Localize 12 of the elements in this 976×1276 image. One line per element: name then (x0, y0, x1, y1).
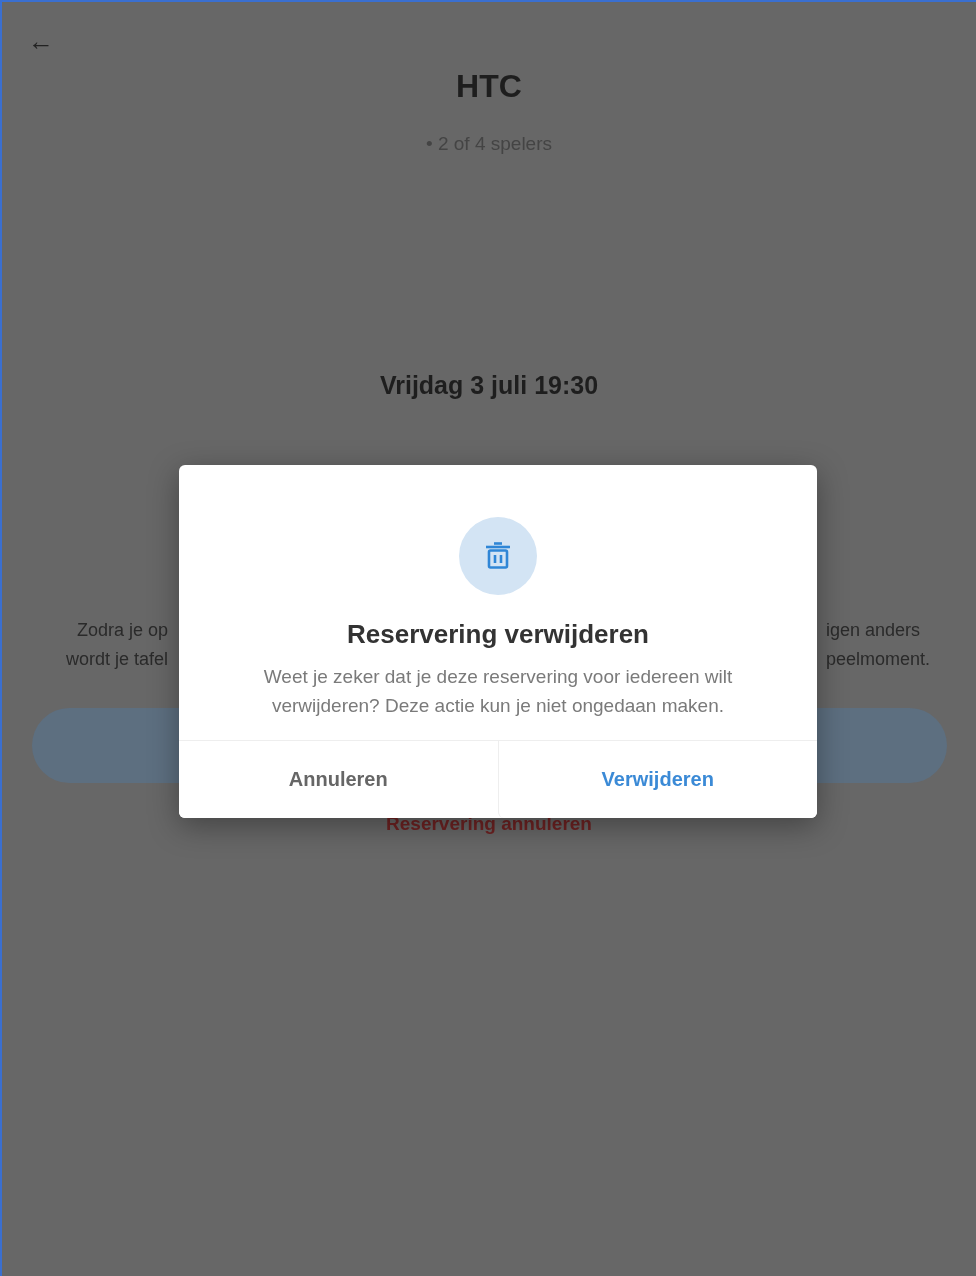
info-text: Zodra je op (76, 619, 168, 642)
back-button[interactable]: ← (28, 28, 54, 54)
info-text: wordt je tafel (65, 648, 168, 671)
dialog-message: Weet je zeker dat je deze reservering voor iedereen wilt verwijderen? Deze actie kun je niet ongedaan maken. (262, 665, 734, 718)
trash-icon (485, 542, 511, 570)
confirm-button[interactable]: Verwijderen (497, 741, 817, 818)
reservation-date: Vrijdag 3 juli 19:30 (379, 371, 599, 400)
dialog-title: Reservering verwijderen (346, 619, 649, 650)
cancel-button[interactable]: Annuleren (179, 741, 498, 818)
info-text: peelmoment. (826, 648, 931, 671)
page-title: HTC (456, 68, 522, 105)
info-text: igen anders (826, 619, 921, 642)
